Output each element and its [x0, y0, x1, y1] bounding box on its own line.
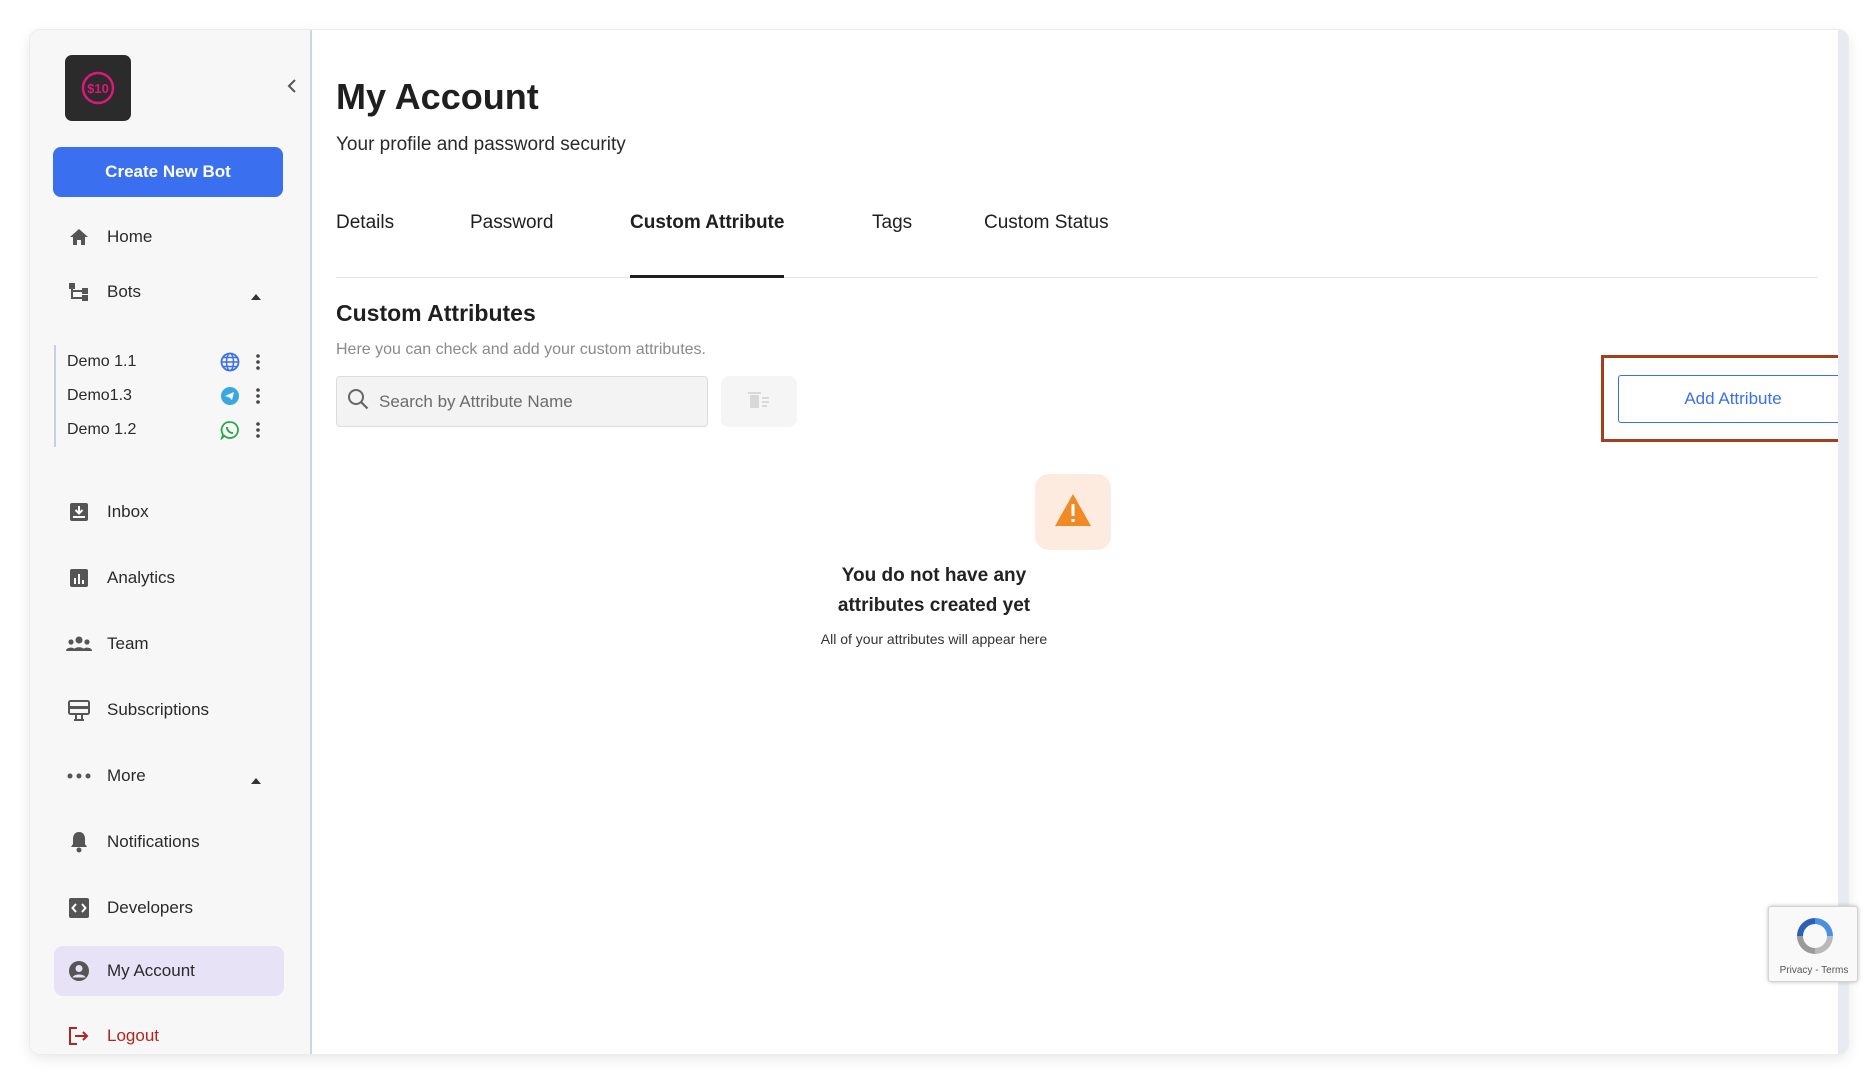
home-icon	[65, 225, 93, 249]
bots-tree-icon	[65, 280, 93, 304]
bulk-action-button[interactable]	[721, 376, 797, 427]
scrollbar[interactable]	[1838, 30, 1848, 1054]
sidebar-item-label: Analytics	[107, 568, 176, 587]
delete-list-icon	[748, 391, 770, 412]
empty-state-subtitle: All of your attributes will appear here	[820, 631, 1048, 647]
account-tabs: Details Password Custom Attribute Tags C…	[336, 200, 1818, 278]
section-title: Custom Attributes	[336, 300, 536, 326]
sidebar-item-analytics[interactable]: Analytics	[54, 554, 284, 602]
tab-custom-status[interactable]: Custom Status	[984, 200, 1109, 278]
search-icon	[347, 388, 369, 415]
tab-details[interactable]: Details	[336, 200, 394, 278]
sidebar-item-my-account[interactable]: My Account	[54, 946, 284, 996]
telegram-icon	[220, 386, 240, 406]
empty-state-title: You do not have any attributes created y…	[792, 561, 1076, 621]
sidebar-item-label: Bots	[107, 282, 142, 301]
page-title: My Account	[336, 76, 539, 117]
recaptcha-links[interactable]: Privacy - Terms	[1769, 965, 1859, 976]
page-subtitle: Your profile and password security	[336, 134, 626, 155]
sidebar-item-label: Inbox	[107, 502, 149, 521]
main-content: My Account Your profile and password sec…	[312, 30, 1848, 1054]
list-item[interactable]: Demo 1.1	[56, 345, 284, 379]
analytics-icon	[65, 566, 93, 590]
list-item[interactable]: Demo 1.2	[56, 413, 284, 447]
section-description: Here you can check and add your custom a…	[336, 341, 706, 358]
tab-password[interactable]: Password	[470, 200, 553, 278]
brand-logo[interactable]: $10	[65, 55, 131, 121]
sidebar-item-label: Home	[107, 227, 153, 246]
kebab-menu-icon[interactable]	[252, 352, 264, 372]
bot-name: Demo 1.2	[67, 421, 137, 438]
sidebar-item-label: Notifications	[107, 832, 200, 851]
search-box	[336, 376, 708, 427]
sidebar-item-inbox[interactable]: Inbox	[54, 488, 284, 536]
team-icon	[65, 632, 93, 656]
sidebar-item-subscriptions[interactable]: Subscriptions	[54, 686, 284, 734]
kebab-menu-icon[interactable]	[252, 420, 264, 440]
whatsapp-icon	[220, 420, 240, 441]
sidebar-item-label: Subscriptions	[107, 700, 210, 719]
sidebar-item-more[interactable]: More	[54, 752, 284, 800]
caret-up-icon[interactable]	[250, 286, 262, 306]
collapse-sidebar-icon[interactable]	[282, 76, 302, 96]
sidebar-item-logout[interactable]: Logout	[54, 1012, 284, 1054]
add-attribute-button[interactable]: Add Attribute	[1618, 375, 1848, 423]
sidebar-item-developers[interactable]: Developers	[54, 884, 284, 932]
recaptcha-badge[interactable]: Privacy - Terms	[1768, 906, 1858, 982]
sidebar-item-label: Developers	[107, 898, 193, 917]
inbox-icon	[65, 500, 93, 524]
user-circle-icon	[65, 959, 93, 983]
more-dots-icon	[65, 764, 93, 788]
sidebar-item-label: More	[107, 766, 146, 785]
sidebar-item-team[interactable]: Team	[54, 620, 284, 668]
empty-title-line: attributes created yet	[837, 595, 1031, 616]
recaptcha-icon	[1791, 912, 1839, 960]
tab-tags[interactable]: Tags	[872, 200, 912, 278]
app-window: $10 Create New Bot Home Bots Demo 1.1 De…	[30, 30, 1848, 1054]
logout-icon	[65, 1024, 93, 1048]
sidebar-item-bots[interactable]: Bots	[54, 268, 284, 316]
sidebar-item-label: Team	[107, 634, 149, 653]
subscriptions-icon	[65, 698, 93, 722]
tab-custom-attribute[interactable]: Custom Attribute	[630, 200, 785, 278]
sidebar-item-home[interactable]: Home	[54, 213, 284, 261]
sidebar-item-label: Logout	[107, 1026, 159, 1045]
kebab-menu-icon[interactable]	[252, 386, 264, 406]
search-input[interactable]	[379, 391, 699, 412]
sidebar-item-notifications[interactable]: Notifications	[54, 818, 284, 866]
bot-name: Demo 1.1	[67, 353, 137, 370]
empty-state-badge	[1035, 474, 1111, 550]
warning-icon	[1053, 492, 1093, 533]
sidebar-item-label: My Account	[107, 961, 195, 980]
svg-text:$10: $10	[87, 81, 109, 96]
code-icon	[65, 896, 93, 920]
globe-icon	[220, 352, 240, 372]
sidebar: $10 Create New Bot Home Bots Demo 1.1 De…	[30, 30, 312, 1054]
caret-up-icon[interactable]	[250, 770, 262, 790]
bot-name: Demo1.3	[67, 387, 132, 404]
bot-list: Demo 1.1 Demo1.3 Demo 1.2	[54, 345, 284, 447]
create-new-bot-button[interactable]: Create New Bot	[53, 147, 283, 197]
list-item[interactable]: Demo1.3	[56, 379, 284, 413]
empty-title-line: You do not have any	[841, 565, 1027, 586]
bell-icon	[65, 830, 93, 854]
